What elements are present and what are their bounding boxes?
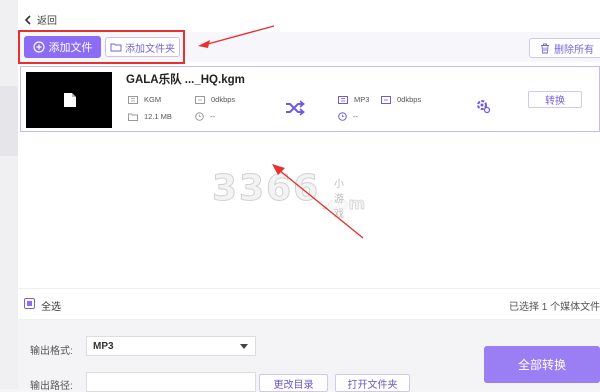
annotation-arrow-toolbar — [198, 25, 275, 48]
annotation-arrow-filelist — [272, 164, 364, 239]
annotation-arrows — [198, 25, 364, 239]
